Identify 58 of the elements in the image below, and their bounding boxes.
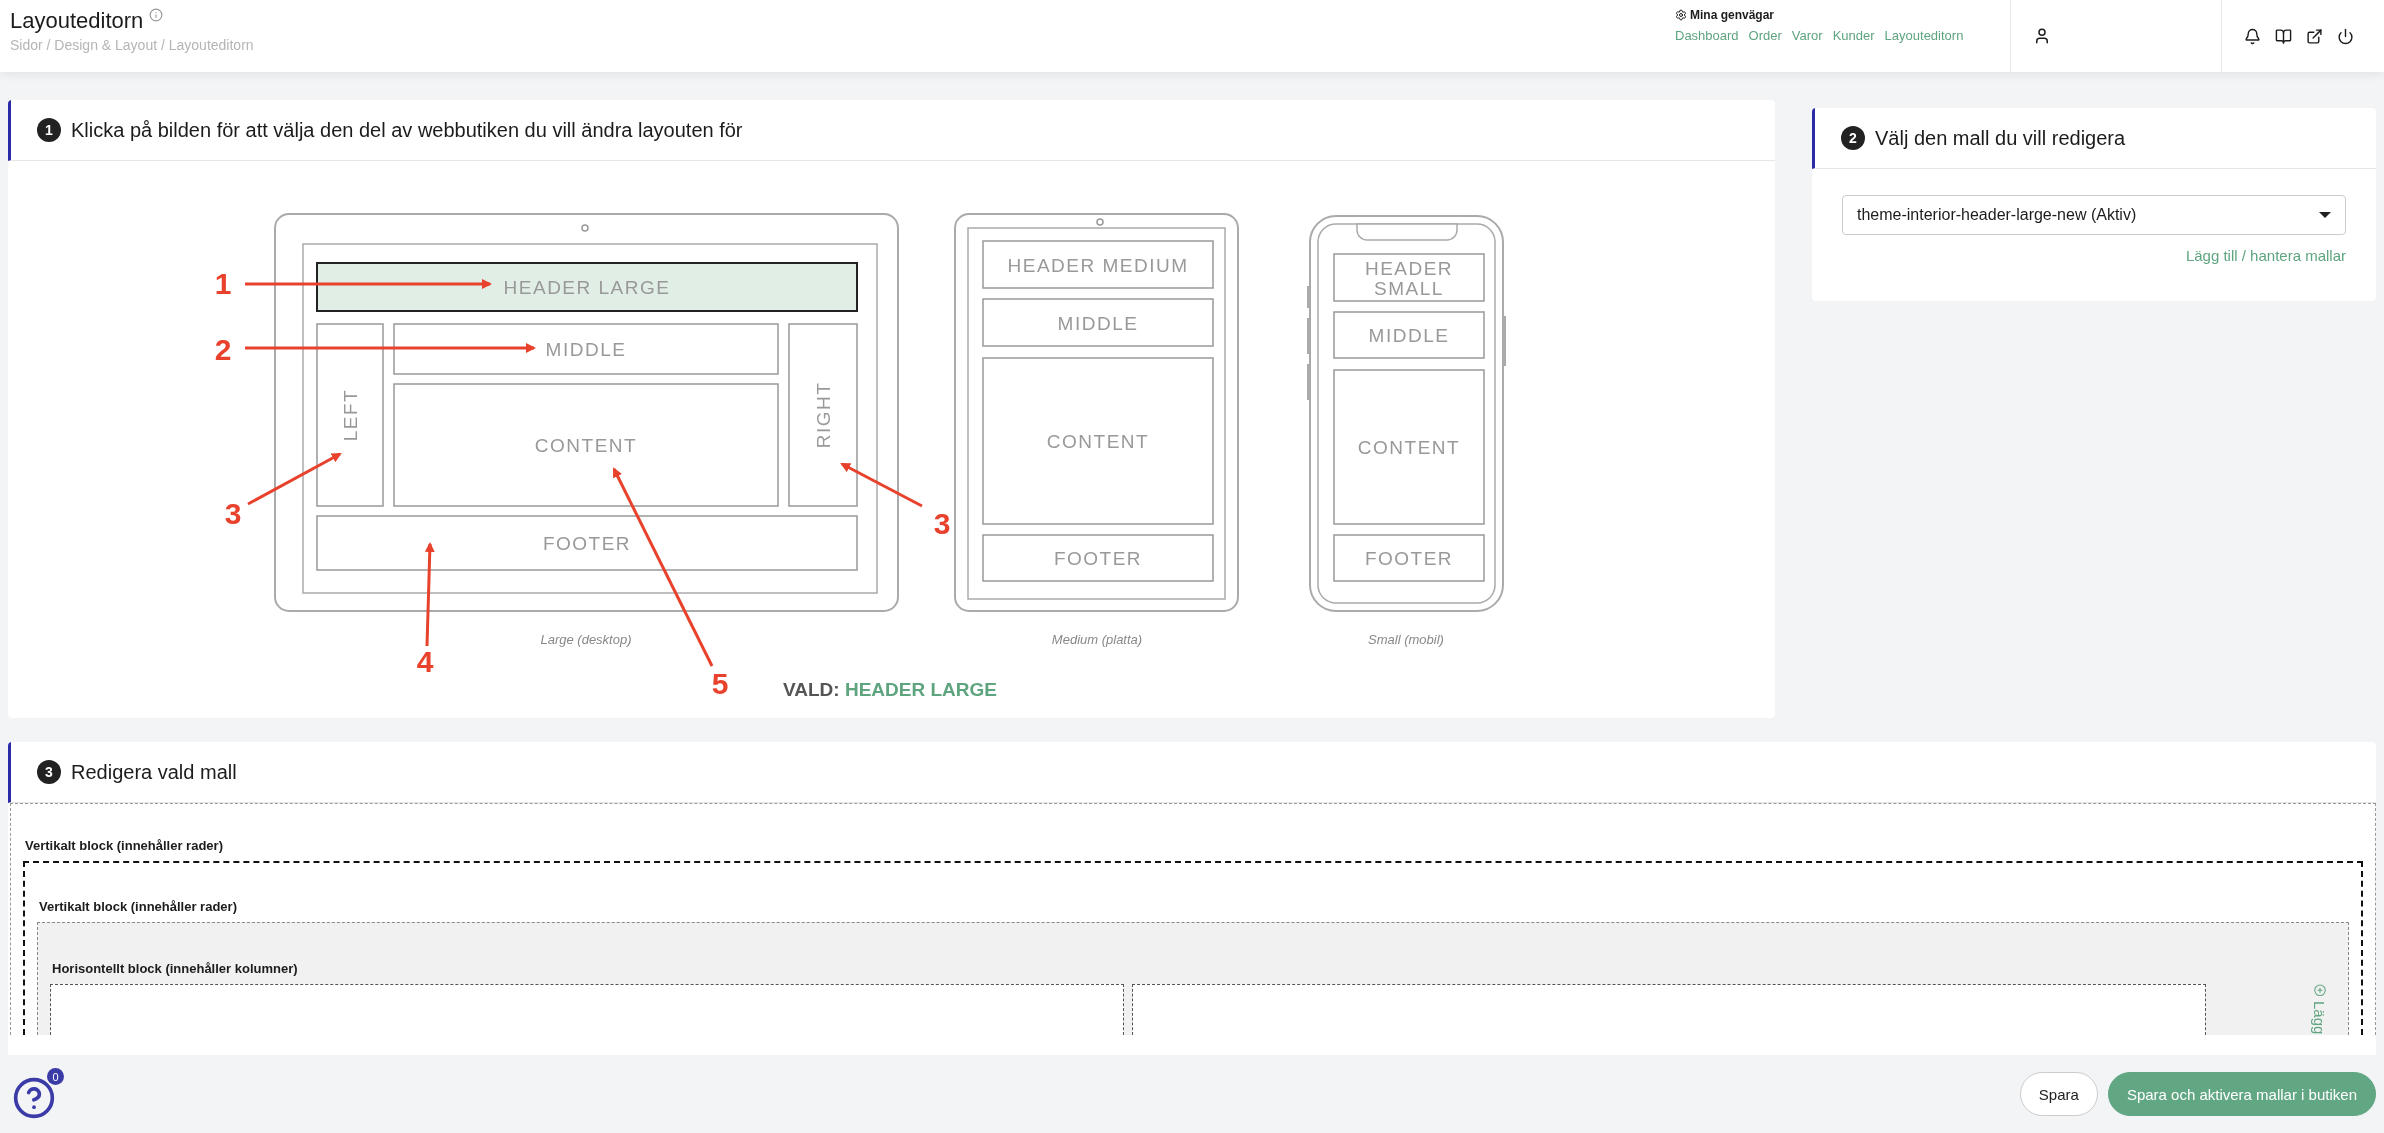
help-count-badge: 0 — [47, 1068, 64, 1085]
section-title: Välj den mall du vill redigera — [1875, 126, 2126, 150]
save-activate-button[interactable]: Spara och aktivera mallar i butiken — [2107, 1072, 2376, 1116]
book-icon[interactable] — [2275, 27, 2292, 45]
layout-region[interactable]: FOOTER — [316, 515, 858, 571]
callout-number: 3 — [224, 497, 242, 530]
block-area[interactable]: Vertikalt block (innehåller rader) Horisontellt block (innehåller kolumner) Lägg — [23, 861, 2363, 1035]
save-button[interactable]: Spara — [2019, 1072, 2098, 1116]
block-label: Vertikalt block (innehåller rader) — [39, 899, 238, 914]
shortcut-link[interactable]: Layouteditorn — [1884, 28, 1964, 43]
device-caption: Small (mobil) — [1368, 632, 1444, 647]
layout-region[interactable]: HEADER SMALL — [1333, 253, 1485, 302]
layout-region[interactable]: CONTENT — [393, 383, 779, 507]
layout-region[interactable]: CONTENT — [982, 357, 1214, 525]
user-icon[interactable] — [2033, 27, 2051, 45]
template-select[interactable]: theme-interior-header-large-new (Aktiv) — [1842, 195, 2346, 235]
layout-region[interactable]: FOOTER — [982, 534, 1214, 582]
step-number: 1 — [37, 118, 61, 142]
breadcrumb: Sidor / Design & Layout / Layouteditorn — [10, 37, 255, 53]
device-caption: Large (desktop) — [540, 632, 632, 647]
selection-text: VALD: HEADER LARGE — [783, 679, 997, 700]
callout-number: 1 — [214, 267, 232, 300]
power-icon[interactable] — [2337, 27, 2354, 45]
section-title: Klicka på bilden för att välja den del av webbutiken du vill ändra layouten för — [71, 118, 743, 142]
layout-region[interactable]: FOOTER — [1333, 534, 1485, 582]
block-label: Horisontellt block (innehåller kolumner) — [52, 961, 299, 976]
layout-region[interactable]: MIDDLE — [393, 323, 779, 375]
plus-icon — [2311, 984, 2328, 997]
shortcut-link[interactable]: Order — [1748, 28, 1782, 43]
manage-templates-link[interactable]: Lägg till / hantera mallar — [1842, 247, 2346, 264]
layout-region[interactable]: RIGHT — [788, 323, 858, 507]
step-number: 2 — [1841, 126, 1865, 150]
layout-region[interactable]: MIDDLE — [982, 298, 1214, 347]
section-title: Redigera vald mall — [71, 760, 237, 784]
callout-number: 3 — [933, 507, 951, 540]
layout-region[interactable]: HEADER LARGE — [316, 262, 858, 312]
page-title: Layouteditorn — [10, 8, 144, 34]
shortcuts-title: Mina genvägar — [1690, 8, 1775, 22]
callout-number: 5 — [711, 667, 729, 700]
device-caption: Medium (platta) — [1051, 632, 1143, 647]
info-icon[interactable] — [149, 8, 164, 22]
layout-region[interactable]: HEADER MEDIUM — [982, 240, 1214, 289]
layout-region[interactable]: LEFT — [316, 323, 384, 507]
block-label: Vertikalt block (innehåller rader) — [25, 838, 224, 853]
shortcut-link[interactable]: Kunder — [1832, 28, 1875, 43]
gear-icon — [1675, 9, 1687, 21]
shortcut-link[interactable]: Varor — [1791, 28, 1823, 43]
caret-icon — [2319, 212, 2331, 218]
notification-icon[interactable] — [2244, 27, 2261, 45]
callout-number: 2 — [214, 333, 232, 366]
layout-region[interactable]: CONTENT — [1333, 369, 1485, 525]
add-button[interactable]: Lägg — [2311, 984, 2328, 1034]
layout-region[interactable]: MIDDLE — [1333, 311, 1485, 359]
external-link-icon[interactable] — [2306, 27, 2323, 45]
step-number: 3 — [37, 760, 61, 784]
block-area[interactable]: Horisontellt block (innehåller kolumner) Lägg — [37, 922, 2349, 1035]
callout-number: 4 — [416, 645, 434, 678]
shortcut-link[interactable]: Dashboard — [1675, 28, 1739, 43]
